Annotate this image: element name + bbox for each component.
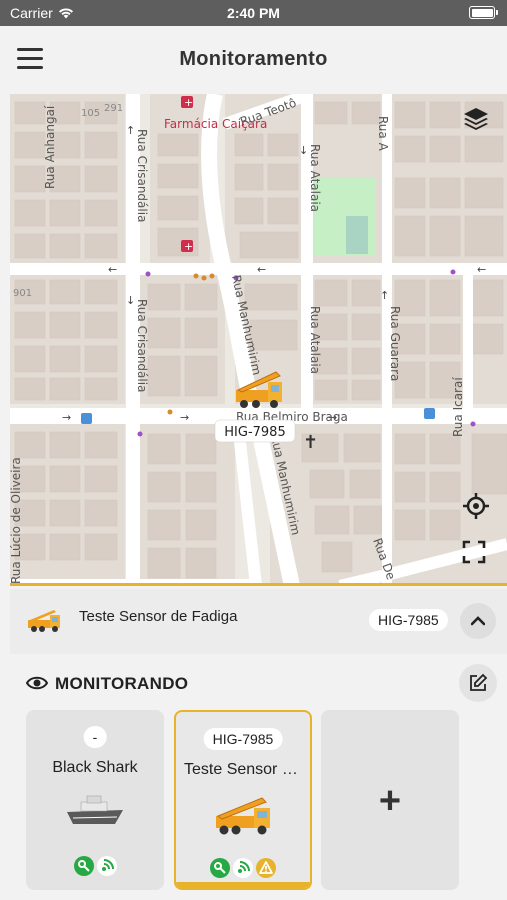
- fullscreen-icon[interactable]: [462, 540, 496, 574]
- key-icon: [210, 858, 230, 878]
- svg-text:✝: ✝: [303, 432, 318, 453]
- signal-icon: [96, 856, 117, 876]
- selected-vehicle-name: Teste Sensor de Fadiga: [79, 608, 238, 625]
- chevron-up-icon[interactable]: [460, 603, 496, 639]
- street-label: Rua Atalaia: [308, 144, 322, 212]
- signal-icon: [233, 858, 253, 878]
- page-title: Monitoramento: [179, 48, 328, 70]
- map-view[interactable]: ← ← ← → → → ↑ ↓ ↓ ↑ + + ✝ Rua Anhangaí R…: [10, 94, 507, 586]
- svg-text:←: ←: [108, 263, 117, 276]
- house-number: 291: [104, 103, 123, 114]
- poi-label: Farmácia Caiçara: [164, 117, 267, 131]
- svg-text:→: →: [62, 411, 71, 424]
- street-label: Rua Guarara: [388, 306, 402, 381]
- street-label: Rua Lúcio de Oliveira: [10, 457, 23, 584]
- status-icons: [176, 858, 310, 878]
- vehicle-name: Black Shark: [52, 759, 138, 776]
- street-label: Rua Anhangaí: [43, 105, 57, 189]
- svg-text:↑: ↑: [380, 289, 389, 302]
- locate-icon[interactable]: [462, 492, 496, 526]
- map-canvas[interactable]: ← ← ← → → → ↑↓ ↓↑ + + ✝ Rua Anhangaí Rua…: [10, 94, 507, 586]
- svg-text:↓: ↓: [299, 144, 308, 157]
- battery-icon: [469, 6, 498, 19]
- vehicle-plate: HIG-7985: [203, 728, 283, 750]
- svg-text:+: +: [184, 96, 193, 109]
- app-header: Monitoramento: [0, 26, 507, 94]
- svg-text:↓: ↓: [126, 294, 135, 307]
- monitoring-heading: MONITORANDO: [55, 674, 189, 693]
- status-bar: Carrier 2:40 PM: [0, 0, 507, 26]
- warning-icon: [256, 858, 276, 878]
- crane-truck-icon: [176, 796, 310, 838]
- key-icon: [73, 856, 94, 876]
- svg-text:↑: ↑: [126, 124, 135, 137]
- street-label: Rua A: [376, 116, 390, 152]
- edit-icon[interactable]: [459, 664, 497, 702]
- eye-icon: [25, 675, 49, 696]
- svg-text:←: ←: [257, 263, 266, 276]
- clock: 2:40 PM: [227, 5, 280, 21]
- boat-icon: [26, 794, 164, 828]
- house-number: 105: [81, 108, 100, 119]
- svg-text:←: ←: [477, 263, 486, 276]
- vehicle-name: Teste Sensor de Fadiga: [184, 761, 302, 778]
- street-label: Rua Crisandália: [135, 299, 149, 392]
- vehicle-card[interactable]: - Black Shark: [26, 710, 164, 890]
- vehicle-plate: -: [83, 726, 107, 748]
- street-label: Rua Crisandália: [135, 129, 149, 222]
- plus-icon: +: [378, 780, 402, 822]
- svg-text:+: +: [184, 240, 193, 253]
- crane-truck-icon: [26, 608, 62, 639]
- street-label: Rua Atalaia: [308, 306, 322, 374]
- monitor-panel: MONITORANDO - Black Shark HIG-7985 Teste…: [10, 654, 507, 900]
- layers-icon[interactable]: [462, 105, 496, 139]
- add-vehicle-button[interactable]: +: [321, 710, 459, 890]
- house-number: 901: [13, 288, 32, 299]
- street-label: Rua Icaraí: [451, 377, 465, 437]
- vehicle-card-selected[interactable]: HIG-7985 Teste Sensor de Fadiga: [174, 710, 312, 890]
- selected-vehicle-bar[interactable]: Teste Sensor de Fadiga HIG-7985: [10, 589, 507, 654]
- selected-vehicle-plate: HIG-7985: [369, 609, 448, 631]
- svg-text:→: →: [180, 411, 189, 424]
- vehicle-plate-label: HIG-7985: [224, 425, 285, 440]
- status-icons: [26, 856, 164, 876]
